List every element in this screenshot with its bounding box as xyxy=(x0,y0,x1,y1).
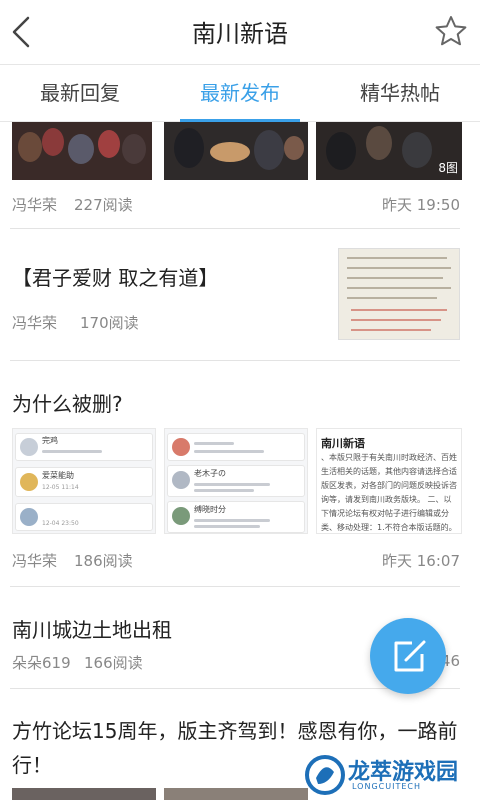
post-feed[interactable]: 8图 冯华荣 227阅读 昨天 19:50 【君子爱财 取之有道】 冯华荣 17… xyxy=(0,122,480,800)
post-read-count: 227阅读 xyxy=(74,196,133,214)
post-image[interactable] xyxy=(12,122,152,180)
post-image[interactable]: 南川新语 、本版只限于有关南川时政经济、百姓生活相关的话题，其他内容请选择合适版… xyxy=(316,428,462,534)
thumb-username: 缚晓时分 xyxy=(194,505,226,514)
post-author[interactable]: 朵朵619 xyxy=(12,652,71,673)
logo-icon xyxy=(305,755,345,795)
divider xyxy=(10,228,460,229)
post-image[interactable] xyxy=(338,248,460,340)
tab-hot-posts[interactable]: 精华热帖 xyxy=(320,65,480,121)
divider xyxy=(10,360,460,361)
new-post-button[interactable] xyxy=(370,618,446,694)
post-read-count: 170阅读 xyxy=(80,314,139,332)
tab-latest-post[interactable]: 最新发布 xyxy=(160,65,320,122)
post-title[interactable]: 南川城边土地出租 xyxy=(12,614,172,643)
thumb-username: 爱菜能助 xyxy=(42,471,74,480)
post-image[interactable]: 完鸡 爱菜能助 12-05 11:14 12-04 23:50 xyxy=(12,428,156,534)
post-time: 昨天 16:07 xyxy=(382,552,460,570)
favorite-button[interactable] xyxy=(434,14,468,48)
thumb-date: 12-04 23:50 xyxy=(42,520,79,527)
tab-latest-reply[interactable]: 最新回复 xyxy=(0,65,160,121)
post-time: 昨天 19:50 xyxy=(382,196,460,214)
post-read-count: 166阅读 xyxy=(84,654,143,672)
post-image[interactable] xyxy=(164,788,308,800)
star-icon xyxy=(435,16,467,46)
post-title[interactable]: 为什么被删? xyxy=(12,388,123,417)
thumb-date: 12-05 11:14 xyxy=(42,484,79,491)
post-image[interactable]: 老木子の 缚晓时分 xyxy=(164,428,308,534)
post-read-count: 186阅读 xyxy=(74,552,133,570)
post-author[interactable]: 冯华荣 xyxy=(12,550,57,571)
post-author[interactable]: 冯华荣 xyxy=(12,312,57,333)
post-image[interactable] xyxy=(12,788,156,800)
edit-icon xyxy=(394,640,426,672)
watermark: 龙萃游戏园 LONGCUITECH xyxy=(302,752,472,798)
page-title: 南川新语 xyxy=(192,20,288,48)
post-image[interactable]: 8图 xyxy=(316,122,462,180)
app-header: 南川新语 xyxy=(0,0,480,64)
image-count-badge: 8图 xyxy=(438,161,458,175)
thumb-body-text: 、本版只限于有关南川时政经济、百姓生活相关的话题，其他内容请选择合适版区发表，对… xyxy=(321,453,457,532)
thumb-heading: 南川新语 xyxy=(321,437,365,450)
tab-bar: 最新回复 最新发布 精华热帖 xyxy=(0,64,480,122)
divider xyxy=(10,586,460,587)
thumb-username: 完鸡 xyxy=(42,436,58,445)
post-author[interactable]: 冯华荣 xyxy=(12,194,57,215)
post-title[interactable]: 【君子爱财 取之有道】 xyxy=(12,262,218,291)
watermark-subtext: LONGCUITECH xyxy=(352,782,421,791)
thumb-username: 老木子の xyxy=(194,469,226,478)
post-image[interactable] xyxy=(164,122,308,180)
